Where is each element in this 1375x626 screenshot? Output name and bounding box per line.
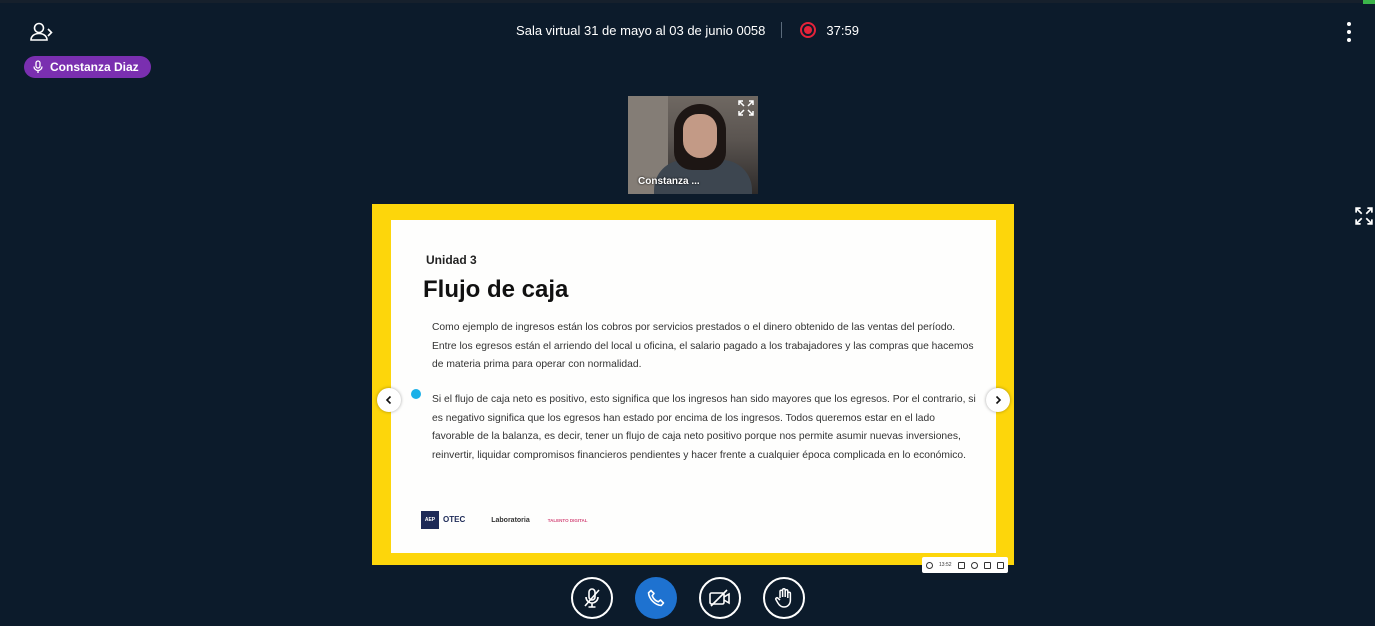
laboratoria-logo: Laboratoria: [491, 516, 530, 524]
chevron-left-icon: [385, 395, 392, 405]
slide-title: Flujo de caja: [423, 276, 569, 303]
presentation-area: Unidad 3 Flujo de caja Como ejemplo de i…: [372, 204, 1014, 573]
talking-indicator-name: Constanza Diaz: [50, 60, 139, 74]
media-controls: [0, 577, 1375, 619]
top-accent-line: [0, 0, 1375, 3]
broadcast-icon: [970, 561, 978, 569]
webcam-participant-name[interactable]: Constanza ...: [638, 176, 700, 187]
meeting-title: Sala virtual 31 de mayo al 03 de junio 0…: [516, 22, 766, 38]
slide-paragraph-2: Si el flujo de caja neto es positivo, es…: [432, 394, 976, 461]
mute-button[interactable]: [570, 577, 613, 619]
options-menu-button[interactable]: [1345, 22, 1353, 42]
previous-slide-button[interactable]: [377, 388, 401, 412]
webcam-button[interactable]: [698, 577, 741, 619]
slide-embedded-toolbar: 13:52: [922, 557, 1008, 573]
participant-face: [683, 114, 717, 158]
presenter-pointer: [411, 389, 421, 399]
talento-digital-logo: TALENTO DIGITAL: [547, 517, 588, 523]
slide-unit-label: Unidad 3: [426, 253, 477, 267]
slide-embedded-time: 13:52: [939, 562, 952, 568]
microphone-icon: [33, 60, 43, 73]
presentation-slide: Unidad 3 Flujo de caja Como ejemplo de i…: [377, 220, 1010, 573]
connection-status-indicator: [1363, 0, 1375, 4]
hand-icon: [774, 588, 791, 608]
phone-icon: [647, 589, 664, 607]
kebab-icon: [1347, 22, 1351, 26]
top-bar: Sala virtual 31 de mayo al 03 de junio 0…: [0, 0, 1375, 60]
raise-hand-button[interactable]: [762, 577, 805, 619]
header-divider: [781, 22, 783, 38]
talking-indicator[interactable]: Constanza Diaz: [24, 56, 151, 78]
collapse-icon: [996, 561, 1004, 569]
chevron-right-icon: [995, 395, 1002, 405]
recording-timer: 37:59: [826, 22, 859, 38]
expand-icon: [738, 100, 754, 116]
expand-icon: [1355, 207, 1373, 225]
recording-icon[interactable]: [800, 22, 817, 38]
next-slide-button[interactable]: [986, 388, 1010, 412]
meeting-header: Sala virtual 31 de mayo al 03 de junio 0…: [0, 22, 1375, 38]
camera-off-icon: [708, 589, 730, 607]
microphone-off-icon: [583, 588, 600, 608]
aep-logo: AEP: [421, 511, 439, 529]
webcam-video-tile[interactable]: Constanza ...: [628, 96, 758, 194]
refresh-icon: [926, 561, 933, 569]
slide-paragraph-1: Como ejemplo de ingresos están los cobro…: [432, 322, 974, 371]
leave-audio-button[interactable]: [634, 577, 677, 619]
presentation-fullscreen-button[interactable]: [1355, 207, 1373, 225]
slide-logos: AEP OTEC Laboratoria TALENTO DIGITAL: [421, 511, 588, 529]
screen-icon: [957, 561, 965, 569]
captions-icon: [983, 561, 991, 569]
otec-logo: OTEC: [443, 515, 466, 524]
webcam-fullscreen-button[interactable]: [738, 100, 754, 116]
